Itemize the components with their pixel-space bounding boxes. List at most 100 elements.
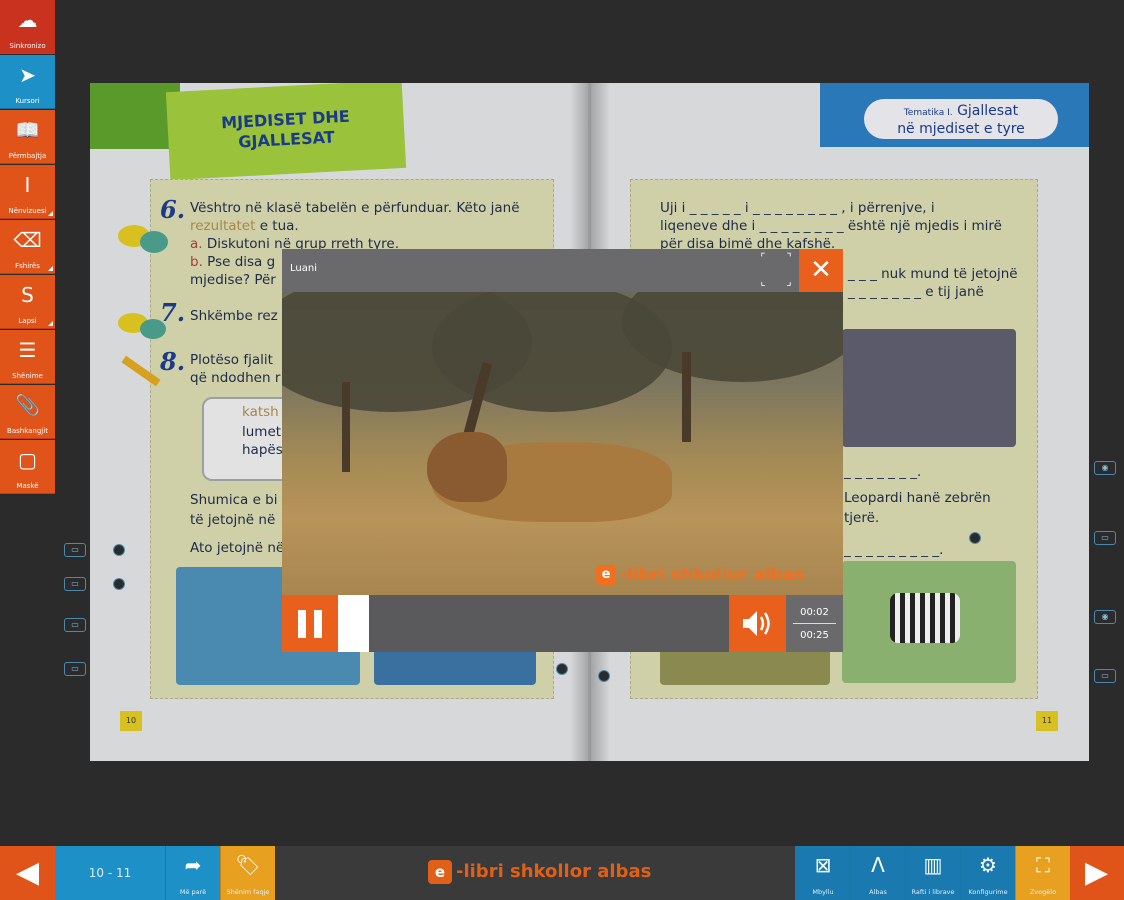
tool-eraser[interactable]: ⌫ Fshirës (0, 220, 55, 274)
video-controls: 00:02 00:25 (282, 595, 843, 652)
book-icon: 📖 (15, 118, 40, 142)
media-pin-left-2[interactable]: ▭ (64, 577, 86, 591)
exercise-number-6: 6. (160, 195, 186, 224)
pause-bar-left (298, 610, 306, 638)
button-label: Mbyllu (812, 888, 834, 896)
tool-label: Lapsi (18, 317, 37, 325)
eraser-icon: ⌫ (13, 228, 42, 252)
share-arrow-button[interactable]: ➦ Më parë (165, 846, 220, 900)
tool-mask[interactable]: ▢ Maskë (0, 440, 55, 494)
tool-label: Shënime (12, 372, 43, 380)
button-label: Konfigurime (968, 888, 1008, 896)
bookshelf-icon: ▥ (923, 853, 943, 877)
hotspot-left-1[interactable] (113, 544, 125, 556)
word-box-word-3: hapës (242, 442, 283, 458)
media-pin-right-4[interactable]: ▭ (1094, 669, 1116, 683)
theme-pill: Tematika I. Gjallesat në mjediset e tyre (864, 99, 1058, 139)
expand-bottom-left-icon[interactable]: ⌞ (756, 275, 770, 289)
zoom-fullscreen-icon: ⛶ (1036, 853, 1050, 877)
hotspot-center-1[interactable] (556, 663, 568, 675)
next-page-button[interactable]: ▶ (1069, 846, 1124, 900)
theme-label: Tematika I. (903, 108, 953, 118)
tool-cloud[interactable]: ☁ Sinkronizo (0, 0, 55, 54)
volume-button[interactable] (729, 595, 786, 652)
hotspot-center-2[interactable] (598, 670, 610, 682)
left-page-number: 10 (120, 711, 142, 731)
hotspot-left-2[interactable] (113, 578, 125, 590)
media-pin-left-1[interactable]: ▭ (64, 543, 86, 557)
expand-top-left-icon[interactable]: ⌜ (756, 251, 770, 265)
total-time: 00:25 (800, 630, 829, 641)
tool-paperclip[interactable]: 📎 Bashkangjit (0, 385, 55, 439)
settings-button[interactable]: ⚙ Konfigurime (960, 846, 1015, 900)
expand-top-right-icon[interactable]: ⌝ (782, 251, 796, 265)
video-progress-bar[interactable] (338, 595, 729, 652)
right-low-line-2: Leopardi hanë zebrën (844, 490, 991, 506)
tag-button[interactable]: 🏷 Shënim faqje (220, 846, 275, 900)
pause-bar-right (314, 610, 322, 638)
submenu-indicator (48, 321, 53, 326)
camera-pin-right-3[interactable]: ◉ (1094, 610, 1116, 624)
text-cursor-icon: I (24, 173, 31, 197)
tool-book[interactable]: 📖 Përmbajtja (0, 110, 55, 164)
tool-pen[interactable]: S Lapsi (0, 275, 55, 329)
chapter-title-badge: MJEDISET DHE GJALLESAT (165, 83, 407, 181)
albas-logo-icon: Λ (871, 853, 885, 877)
right-mid-line-1: _ _ _ nuk mund të jetojnë (848, 266, 1018, 282)
left-bottom-line-1: Shumica e bi (190, 492, 278, 508)
tool-label: Maskë (16, 482, 39, 490)
video-watermark: e -libri shkollor albas (596, 565, 804, 585)
chapter-title: MJEDISET DHE GJALLESAT (220, 106, 351, 152)
media-pin-left-4[interactable]: ▭ (64, 662, 86, 676)
camera-pin-right-1[interactable]: ◉ (1094, 461, 1116, 475)
cursor-icon: ➤ (19, 63, 36, 87)
tag-icon: 🏷 (235, 853, 261, 877)
submenu-indicator (48, 266, 53, 271)
mask-icon: ▢ (18, 448, 37, 472)
share-arrow-icon: ➦ (184, 853, 202, 877)
word-box-word-2: lumet (242, 424, 282, 440)
close-video-button[interactable]: ✕ (799, 249, 843, 292)
video-progress-fill (338, 595, 370, 652)
brand-text: -libri shkollor albas (456, 861, 652, 882)
tool-label: Bashkangjit (7, 427, 48, 435)
tool-label: Përmbajtja (8, 152, 47, 160)
tool-label: Kursori (15, 97, 40, 105)
tool-cursor[interactable]: ➤ Kursori (0, 55, 55, 109)
media-pin-left-3[interactable]: ▭ (64, 618, 86, 632)
right-line-1: Uji i _ _ _ _ _ i _ _ _ _ _ _ _ _ , i pë… (660, 200, 935, 216)
video-title: Luani (290, 263, 317, 274)
left-toolbar: ☁ Sinkronizo ➤ Kursori 📖 Përmbajtja I Nënvizues… (0, 0, 55, 495)
page-indicator[interactable]: 10 - 11 (55, 846, 165, 900)
tool-note[interactable]: ☰ Shënime (0, 330, 55, 384)
exercise-8-line-1: Plotëso fjalit (190, 352, 273, 368)
expand-bottom-right-icon[interactable]: ⌟ (782, 275, 796, 289)
hotspot-right-1[interactable] (969, 532, 981, 544)
tool-text-cursor[interactable]: I Nënvizuesi (0, 165, 55, 219)
button-label: Albas (869, 888, 887, 896)
exercise-number-8: 8. (160, 347, 186, 376)
zoom-fullscreen-button[interactable]: ⛶ Zvogëlo (1015, 846, 1070, 900)
bottom-toolbar: ◀ 10 - 11 e -libri shkollor albas ▶ ➦ Më p… (0, 846, 1124, 900)
media-pin-right-2[interactable]: ▭ (1094, 531, 1116, 545)
tool-label: Fshirës (15, 262, 40, 270)
button-label: Më parë (179, 888, 207, 896)
video-player-modal: Luani ⌜ ⌝ ⌞ ⌟ ✕ e-libri shkollor albas (282, 249, 843, 652)
right-low-line-4: _ _ _ _ _ _ _ _ _. (844, 542, 944, 558)
lion-head (427, 432, 507, 502)
bookshelf-button[interactable]: ▥ Rafti i librave (905, 846, 960, 900)
paperclip-icon: 📎 (15, 393, 40, 417)
close-box-button[interactable]: ⊠ Mbyllu (795, 846, 850, 900)
pause-button[interactable] (282, 595, 338, 652)
button-label: Zvogëlo (1029, 888, 1057, 896)
watermark-text: -libri shkollor albas (620, 565, 805, 585)
brand-logo: e -libri shkollor albas (428, 860, 651, 884)
previous-page-button[interactable]: ◀ (0, 846, 55, 900)
albas-logo-button[interactable]: Λ Albas (850, 846, 905, 900)
arrow-left-icon: ◀ (15, 855, 40, 890)
close-box-icon: ⊠ (814, 853, 832, 877)
pen-icon: S (21, 283, 34, 307)
zebra-figure (890, 593, 960, 643)
video-frame[interactable]: e -libri shkollor albas (282, 292, 843, 595)
brand-logo-icon: e (428, 860, 452, 884)
